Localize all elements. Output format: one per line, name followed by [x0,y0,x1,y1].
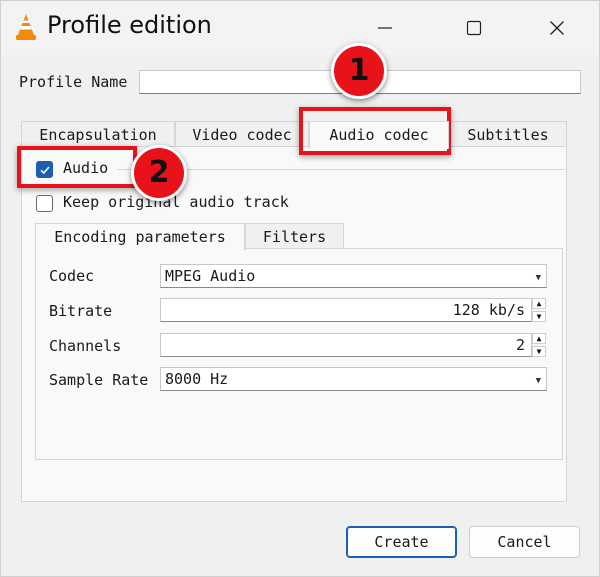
spin-down-icon[interactable]: ▼ [532,311,546,322]
chevron-down-icon: ▼ [535,273,541,283]
tab-encoding-parameters[interactable]: Encoding parameters [35,223,245,251]
tab-encapsulation[interactable]: Encapsulation [21,121,175,147]
maximize-icon [466,20,482,36]
bitrate-value: 128 kb/s [452,301,525,319]
vlc-cone-icon [16,14,36,40]
close-icon [550,21,564,35]
channels-value: 2 [515,336,525,354]
profile-edition-window: Profile edition Profile Name Encapsulati… [0,0,600,577]
tab-subtitles[interactable]: Subtitles [449,121,567,147]
keep-original-audio-label[interactable]: Keep original audio track [63,193,289,211]
spin-up-icon[interactable]: ▲ [532,298,546,309]
channels-stepper[interactable]: ▲ ▼ [532,333,546,357]
bitrate-label: Bitrate [49,302,113,320]
bitrate-spinbox[interactable]: 128 kb/s [160,298,532,322]
create-button[interactable]: Create [346,526,457,558]
profile-name-label: Profile Name [19,73,128,91]
minimize-icon [378,27,392,29]
tab-filters[interactable]: Filters [245,223,344,249]
sample-rate-value: 8000 Hz [165,370,229,388]
channels-label: Channels [49,337,122,355]
channels-spinbox[interactable]: 2 [160,333,532,357]
codec-label: Codec [49,267,95,285]
close-button[interactable] [529,9,585,47]
spin-down-icon[interactable]: ▼ [532,346,546,357]
annotation-step-2-badge: 2 [131,145,187,201]
codec-value: MPEG Audio [165,267,256,285]
cancel-button[interactable]: Cancel [469,526,580,558]
bitrate-stepper[interactable]: ▲ ▼ [532,298,546,322]
title-bar: Profile edition [1,1,599,55]
sample-rate-label: Sample Rate [49,371,149,389]
chevron-down-icon: ▼ [535,376,541,386]
sample-rate-select[interactable]: 8000 Hz ▼ [160,367,547,391]
codec-select[interactable]: MPEG Audio ▼ [160,264,547,288]
spin-up-icon[interactable]: ▲ [532,333,546,344]
window-title: Profile edition [47,11,212,39]
annotation-step-1-badge: 1 [331,43,387,99]
tab-video-codec[interactable]: Video codec [175,121,309,147]
annotation-highlight-audio-checkbox [17,146,137,188]
keep-original-audio-checkbox[interactable] [36,195,53,212]
tab-audio-codec[interactable]: Audio codec [309,121,449,149]
maximize-button[interactable] [446,9,502,47]
minimize-button[interactable] [357,9,413,47]
